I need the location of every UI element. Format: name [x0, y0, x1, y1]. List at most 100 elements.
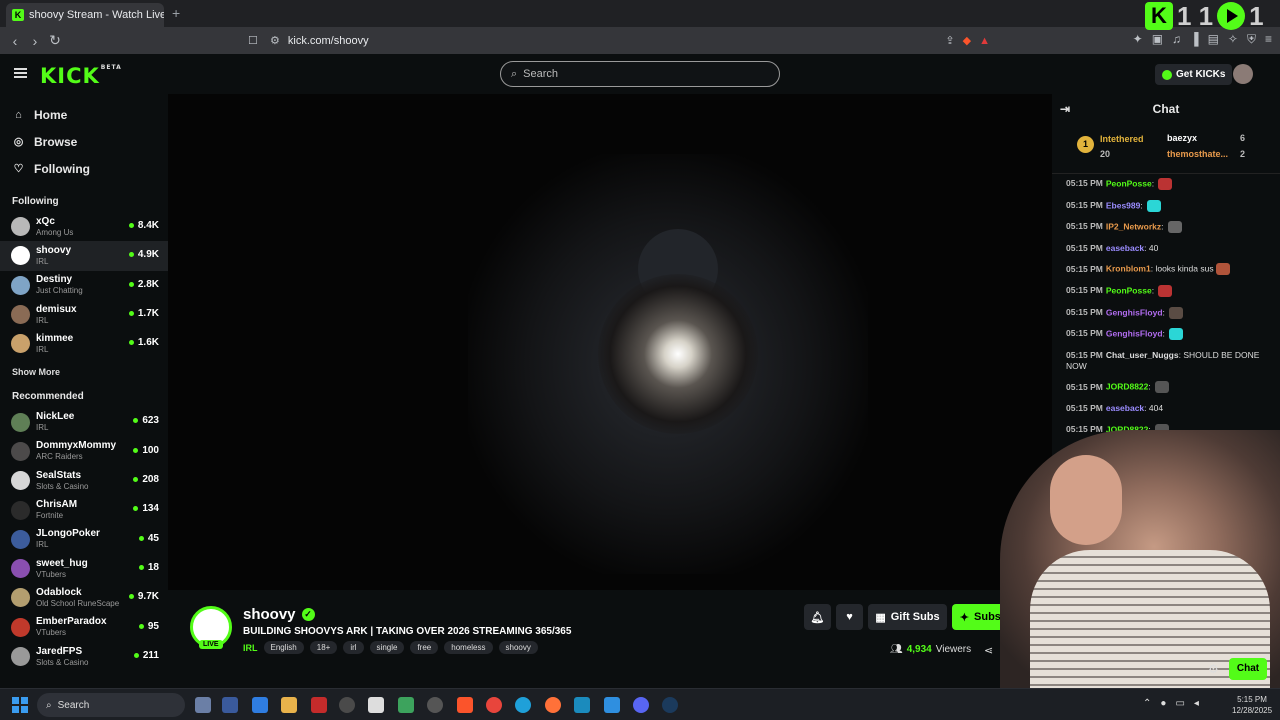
notification-bell-button[interactable]: 🔔︎ [804, 604, 831, 630]
chat-username[interactable]: GenghisFloyd [1106, 307, 1163, 317]
file-explorer-icon[interactable] [281, 697, 297, 713]
taskbar-app-icon[interactable] [195, 697, 211, 713]
menu-icon[interactable]: ≡ [1265, 32, 1272, 47]
stream-tag[interactable]: 18+ [309, 641, 338, 654]
taskbar-app-icon[interactable] [311, 697, 327, 713]
screenshot-icon[interactable]: ▣ [1152, 32, 1163, 47]
sidebar-channel[interactable]: JaredFPS Slots & Casino 211 [0, 642, 168, 671]
stream-tag[interactable]: homeless [444, 641, 493, 654]
windows-start-icon[interactable] [12, 697, 28, 713]
site-info-icon[interactable]: ⚙ [270, 34, 280, 47]
taskbar-app-icon[interactable] [574, 697, 590, 713]
share-icon[interactable]: ⇪ [945, 34, 954, 47]
collapse-chat-icon[interactable]: ⇥ [1060, 102, 1070, 116]
hamburger-menu-icon[interactable] [14, 68, 27, 78]
music-icon[interactable]: ♫ [1172, 32, 1181, 47]
chat-username[interactable]: PeonPosse [1106, 285, 1152, 295]
stream-category[interactable]: IRL [243, 643, 258, 653]
leo-icon[interactable]: ✧ [1228, 32, 1238, 47]
volume-icon[interactable]: ◂ [1194, 698, 1199, 709]
browser-tab[interactable]: K shoovy Stream - Watch Live o ✕ [6, 3, 164, 27]
network-icon[interactable]: ▭ [1175, 698, 1184, 709]
user-avatar[interactable] [1233, 64, 1253, 84]
new-tab-icon[interactable]: + [172, 5, 180, 21]
sidebar-nav-following[interactable]: ♡ Following [0, 155, 168, 182]
sidebar-nav-home[interactable]: ⌂ Home [0, 101, 168, 128]
taskbar-app-icon[interactable] [339, 697, 355, 713]
taskbar-app-icon[interactable] [222, 697, 238, 713]
chat-username[interactable]: IP2_Networkz [1106, 221, 1161, 231]
chat-send-button[interactable]: Chat [1229, 658, 1267, 680]
share-stream-icon[interactable]: ⋖ [984, 644, 993, 657]
taskbar-clock[interactable]: 5:15 PM 12/28/2025 [1232, 694, 1272, 716]
get-kicks-button[interactable]: Get KICKs [1155, 64, 1233, 85]
brave-browser-icon[interactable] [457, 697, 473, 713]
taskbar-app-icon[interactable] [398, 697, 414, 713]
url-field[interactable]: ☐ ⚙ kick.com/shoovy ⇪ ◆ ▲ [248, 31, 990, 50]
taskbar-app-icon[interactable] [252, 697, 268, 713]
chat-username[interactable]: easeback [1106, 243, 1144, 253]
stream-tag[interactable]: irl [343, 641, 364, 654]
sidebar-channel[interactable]: JLongoPoker IRL 45 [0, 525, 168, 554]
search-input[interactable]: ⌕ Search [500, 61, 780, 87]
bookmark-icon[interactable]: ☐ [248, 34, 258, 47]
streamer-name[interactable]: shoovy [243, 606, 296, 623]
microphone-icon[interactable]: ● [1160, 698, 1166, 709]
sidebar-channel[interactable]: EmberParadox VTubers 95 [0, 613, 168, 642]
reload-icon[interactable]: ↻ [45, 32, 65, 49]
sidebar-channel[interactable]: xQc Among Us 8.4K [0, 212, 168, 241]
chat-username[interactable]: GenghisFloyd [1106, 328, 1163, 338]
taskbar-search[interactable]: ⌕ Search [37, 693, 185, 717]
brave-rewards-icon[interactable]: ▲ [979, 35, 990, 47]
sidebar-channel[interactable]: ChrisAM Fortnite 134 [0, 495, 168, 524]
brave-shield-icon[interactable]: ◆ [963, 34, 971, 47]
kick-overlay-counter: K 1 1 1 [1145, 1, 1264, 31]
leader-name-2[interactable]: baezyx [1167, 133, 1197, 143]
chat-username[interactable]: JORD8822 [1106, 382, 1149, 392]
firefox-icon[interactable] [545, 697, 561, 713]
video-player[interactable] [168, 94, 1052, 590]
stream-tag[interactable]: English [263, 641, 304, 654]
vpn-icon[interactable]: ⛨ [1247, 32, 1256, 47]
wallet-icon[interactable]: ▤ [1208, 32, 1219, 47]
taskbar-app-icon[interactable] [368, 697, 384, 713]
sidebar-channel[interactable]: Odablock Old School RuneScape 9.7K [0, 583, 168, 612]
stream-tag[interactable]: single [369, 641, 405, 654]
chat-username[interactable]: Chat_user_Nuggs [1106, 350, 1179, 360]
vscode-icon[interactable] [604, 697, 620, 713]
chat-username[interactable]: easeback [1106, 403, 1144, 413]
sidebar-channel[interactable]: Destiny Just Chatting 2.8K [0, 271, 168, 300]
sidebar-channel[interactable]: SealStats Slots & Casino 208 [0, 466, 168, 495]
show-more-link[interactable]: Show More [0, 358, 168, 379]
chat-username[interactable]: Kronblom1 [1106, 264, 1151, 274]
leader-name-1[interactable]: Intethered [1100, 134, 1144, 144]
chevron-up-icon[interactable]: ⌃ [1143, 698, 1151, 709]
discord-icon[interactable] [633, 697, 649, 713]
follow-button[interactable]: ♥ [836, 604, 863, 630]
stream-title: BUILDING SHOOVYS ARK | TAKING OVER 2026 … [243, 626, 572, 637]
steam-icon[interactable] [662, 697, 678, 713]
back-icon[interactable]: ‹ [5, 33, 25, 49]
gift-subs-button[interactable]: ▦ Gift Subs [868, 604, 947, 630]
sidebar-channel[interactable]: kimmee IRL 1.6K [0, 329, 168, 358]
sidebar-channel[interactable]: shoovy IRL 4.9K [0, 241, 168, 271]
sidebar-channel[interactable]: demisux IRL 1.7K [0, 300, 168, 329]
chat-username[interactable]: Ebes989 [1106, 200, 1141, 210]
chrome-icon[interactable] [486, 697, 502, 713]
stream-tag[interactable]: shoovy [498, 641, 538, 654]
leader-name-3[interactable]: themosthate... [1167, 149, 1228, 159]
stream-tag[interactable]: free [410, 641, 439, 654]
chat-settings-icon[interactable]: ⚙ [1208, 662, 1219, 676]
sidebar-channel[interactable]: NickLee IRL 623 [0, 407, 168, 436]
sidebar-nav-browse[interactable]: ◎ Browse [0, 128, 168, 155]
sidebar-icon[interactable]: ▐ [1190, 32, 1199, 47]
taskbar-app-icon[interactable] [427, 697, 443, 713]
forward-icon[interactable]: › [25, 33, 45, 49]
sidebar-channel[interactable]: DommyxMommy ARC Raiders 100 [0, 437, 168, 466]
extensions-icon[interactable]: ✦ [1133, 32, 1143, 47]
sidebar-channel[interactable]: sweet_hug VTubers 18 [0, 554, 168, 583]
kick-logo[interactable]: KICKBETA [40, 64, 122, 88]
leader-value-2: 6 [1240, 133, 1246, 143]
edge-icon[interactable] [515, 697, 531, 713]
chat-username[interactable]: PeonPosse [1106, 178, 1152, 188]
